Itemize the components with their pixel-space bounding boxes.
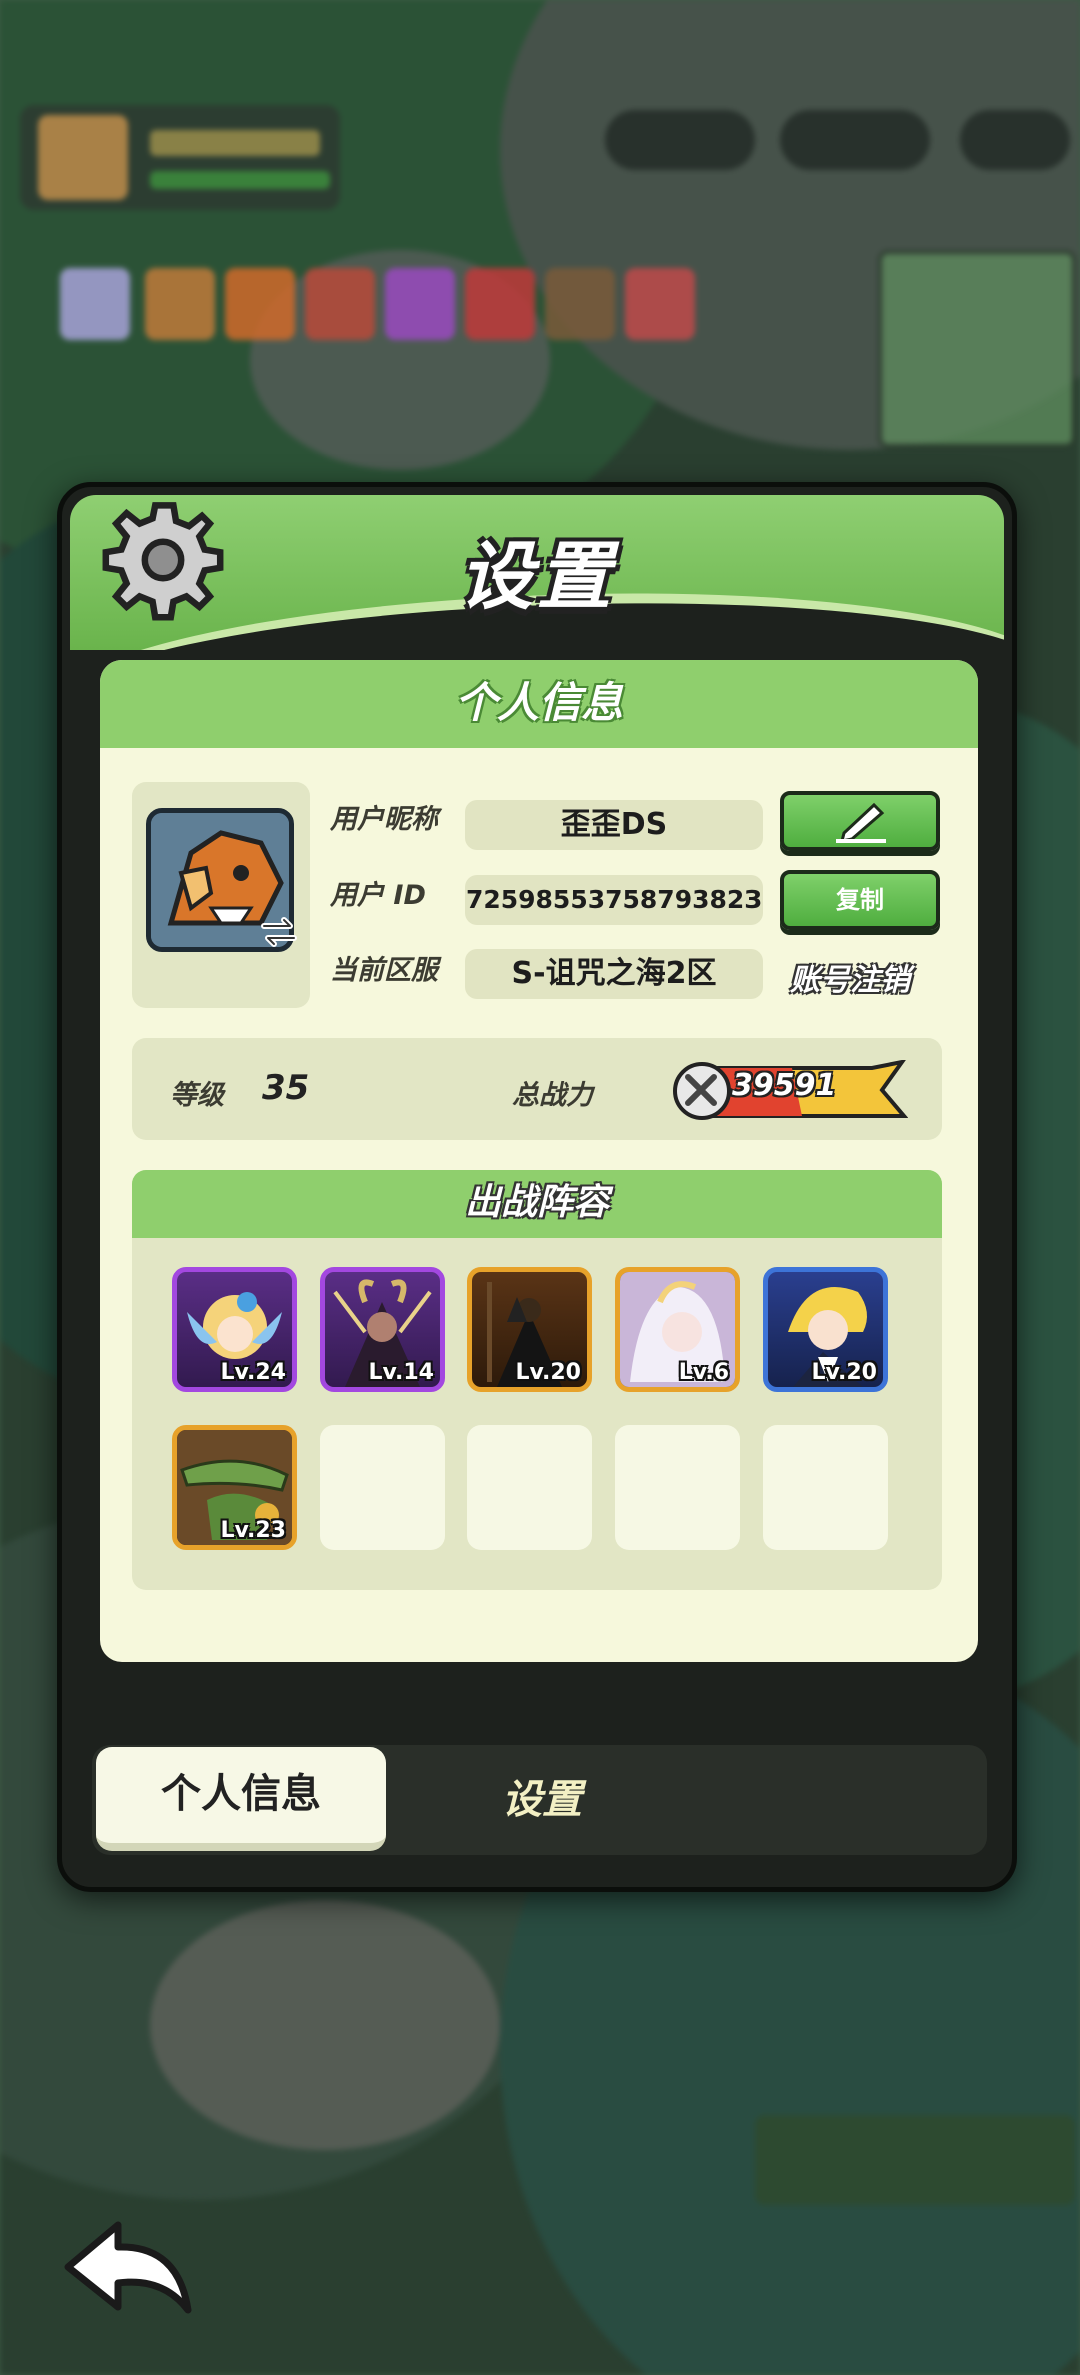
nickname-label: 用户昵称 bbox=[330, 804, 438, 835]
hero-level: Lv.24 bbox=[220, 1360, 286, 1385]
user-id-value: 7259855375879382З bbox=[465, 875, 763, 925]
empty-hero-slot[interactable] bbox=[763, 1425, 888, 1550]
stats-row: 等级 35 总战力 39591 bbox=[132, 1038, 942, 1140]
server-value: S-诅咒之海2区 bbox=[465, 949, 763, 999]
crossed-swords-icon bbox=[685, 1074, 717, 1106]
personal-info-panel: 个人信息 用户昵称 歪歪DS 用户 ID 7259855375879382З 复… bbox=[100, 660, 978, 1662]
hero-slot-4[interactable]: Lv.6 bbox=[615, 1267, 740, 1392]
level-label: 等级 bbox=[170, 1080, 224, 1111]
hero-slot-5[interactable]: Lv.20 bbox=[763, 1267, 888, 1392]
hero-slot-3[interactable]: Lv.20 bbox=[467, 1267, 592, 1392]
hero-level: Lv.20 bbox=[515, 1360, 581, 1385]
empty-hero-slot[interactable] bbox=[320, 1425, 445, 1550]
hero-level: Lv.20 bbox=[811, 1360, 877, 1385]
account-delete-link[interactable]: 账号注销 bbox=[790, 955, 910, 999]
hero-level: Lv.6 bbox=[678, 1360, 729, 1385]
lineup-title: 出战阵容 bbox=[132, 1170, 942, 1238]
avatar-box bbox=[132, 782, 310, 1008]
power-value: 39591 bbox=[732, 1068, 837, 1103]
copy-id-button[interactable]: 复制 bbox=[780, 870, 940, 930]
tab-bar: 个人信息 设置 bbox=[92, 1745, 987, 1855]
back-arrow-icon[interactable] bbox=[58, 2215, 198, 2320]
swap-avatar-icon[interactable] bbox=[256, 912, 302, 952]
edit-nickname-button[interactable] bbox=[780, 791, 940, 851]
power-label: 总战力 bbox=[512, 1080, 593, 1111]
pencil-icon bbox=[836, 802, 886, 843]
modal-header: 设置 bbox=[70, 495, 1004, 650]
settings-modal: 设置 个人信息 用户昵称 歪歪DS 用户 ID 7259855375879382… bbox=[57, 482, 1017, 1892]
empty-hero-slot[interactable] bbox=[615, 1425, 740, 1550]
empty-hero-slot[interactable] bbox=[467, 1425, 592, 1550]
nickname-value: 歪歪DS bbox=[465, 800, 763, 850]
level-value: 35 bbox=[262, 1068, 310, 1108]
server-label: 当前区服 bbox=[330, 955, 438, 986]
hero-level: Lv.23 bbox=[220, 1518, 286, 1543]
tab-settings[interactable]: 设置 bbox=[392, 1745, 692, 1855]
tab-personal-info[interactable]: 个人信息 bbox=[96, 1747, 386, 1851]
hero-slot-2[interactable]: Lv.14 bbox=[320, 1267, 445, 1392]
panel-title: 个人信息 bbox=[100, 660, 978, 748]
battle-lineup: 出战阵容 Lv.24 Lv.14 Lv.20 Lv.6 Lv.20 Lv.23 bbox=[132, 1170, 942, 1590]
hero-slot-1[interactable]: Lv.24 bbox=[172, 1267, 297, 1392]
hero-level: Lv.14 bbox=[368, 1360, 434, 1385]
user-id-label: 用户 ID bbox=[330, 880, 426, 911]
hero-slot-6[interactable]: Lv.23 bbox=[172, 1425, 297, 1550]
modal-title: 设置 bbox=[459, 534, 615, 620]
